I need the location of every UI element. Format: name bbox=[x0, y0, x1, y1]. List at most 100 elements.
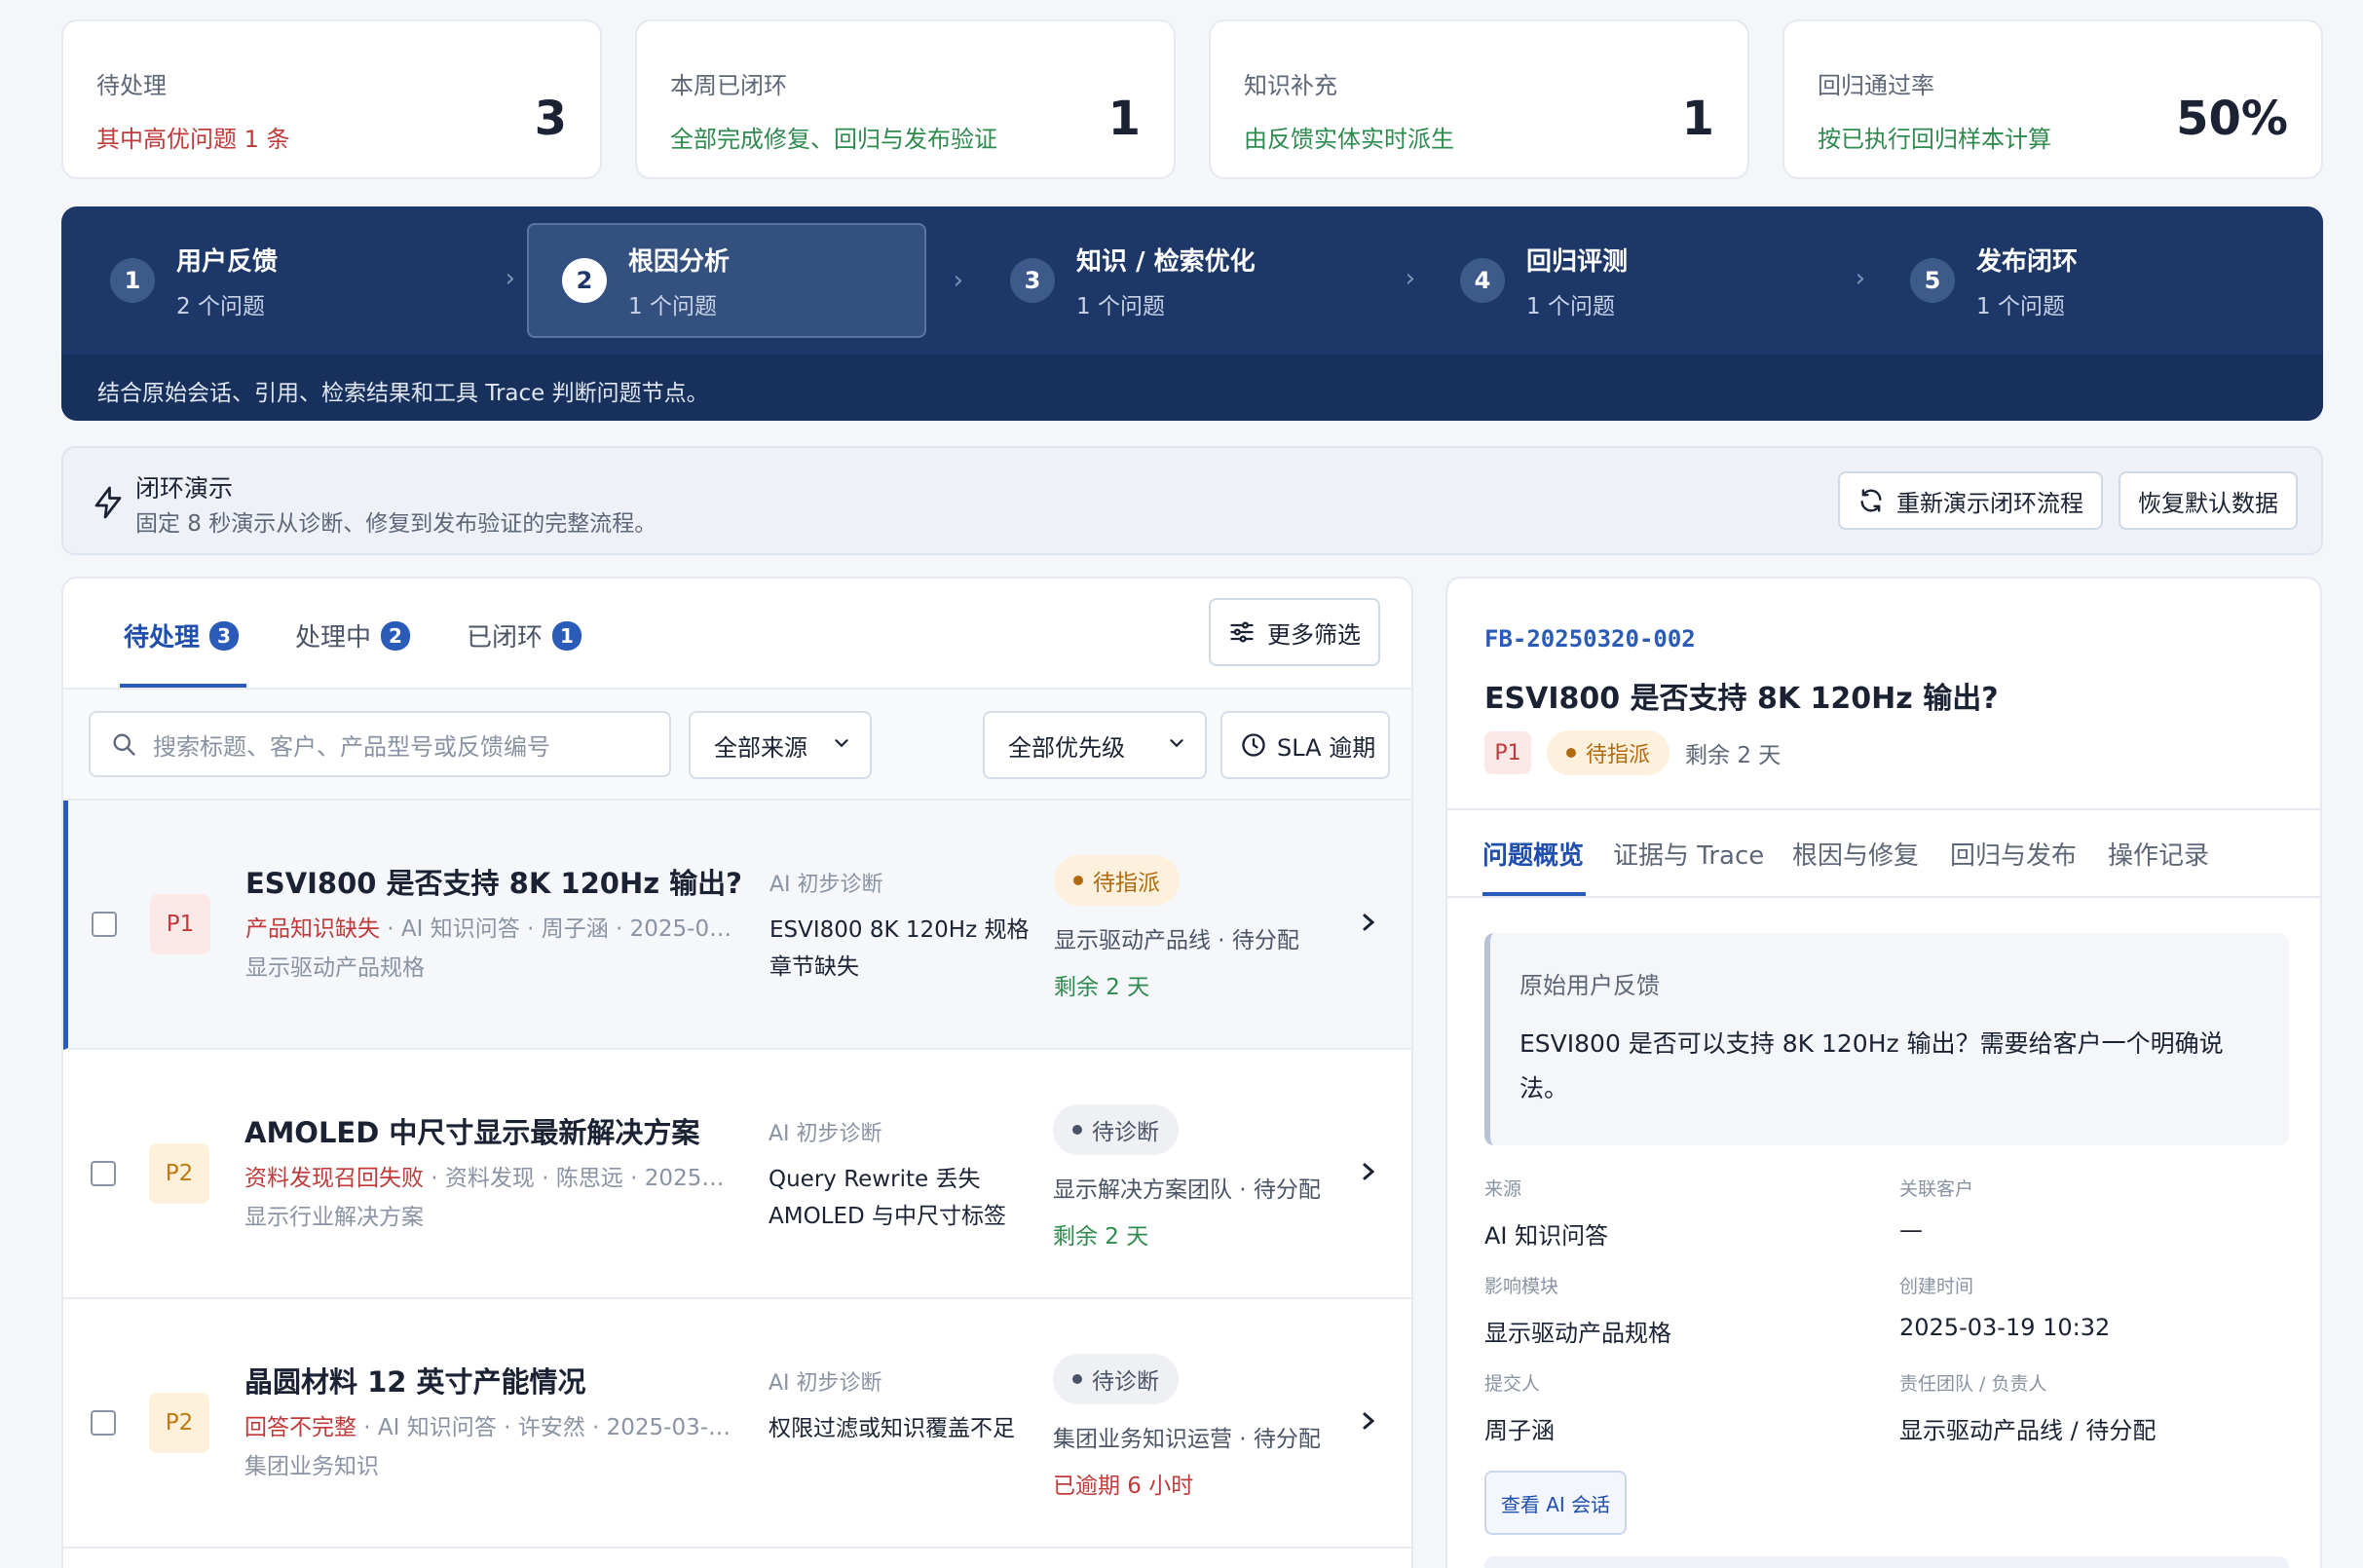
step-count: 1 个问题 bbox=[1976, 293, 2065, 319]
reset-data-button[interactable]: 恢复默认数据 bbox=[2119, 471, 2298, 530]
tab-pending[interactable]: 待处理 3 bbox=[124, 617, 240, 653]
source-filter-select[interactable]: 全部来源 bbox=[689, 711, 872, 779]
original-feedback-quote: 原始用户反馈 ESVI800 是否可以支持 8K 120Hz 输出？需要给客户一… bbox=[1484, 933, 2289, 1145]
ai-diagnosis-label: AI 初步诊断 bbox=[769, 873, 883, 897]
step-title: 发布闭环 bbox=[1976, 246, 2079, 277]
tab-count-badge: 1 bbox=[552, 620, 582, 651]
tab-closed[interactable]: 已闭环 1 bbox=[467, 617, 582, 653]
search-input[interactable]: 搜索标题、客户、产品型号或反馈编号 bbox=[89, 711, 671, 777]
demo-description: 固定 8 秒演示从诊断、修复到发布验证的完整流程。 bbox=[135, 511, 657, 537]
active-tab-indicator bbox=[1482, 892, 1586, 896]
quote-text: ESVI800 是否可以支持 8K 120Hz 输出？需要给客户一个明确说法。 bbox=[1519, 1029, 2224, 1102]
kpi-subtext: 其中高优问题 1 条 bbox=[96, 126, 290, 153]
feedback-row[interactable]: P1 ESVI800 是否支持 8K 120Hz 输出? 产品知识缺失 · AI… bbox=[63, 801, 1411, 1050]
row-meta-text: · AI 知识问答 · 许安然 · 2025-03-17 bbox=[356, 1415, 731, 1440]
feedback-id: FB-20250320-002 bbox=[1484, 625, 1696, 653]
active-tab-indicator bbox=[120, 684, 246, 688]
priority-badge: P2 bbox=[149, 1143, 209, 1204]
tab-root-cause[interactable]: 根因与修复 bbox=[1792, 836, 1919, 872]
more-filters-label: 更多筛选 bbox=[1267, 620, 1361, 649]
issue-type-tag: 资料发现召回失败 bbox=[244, 1166, 424, 1191]
chevron-right-icon[interactable] bbox=[1357, 908, 1380, 937]
workflow-pipeline: 1 用户反馈 2 个问题 › 2 根因分析 1 个问题 › 3 知识 / 检索优… bbox=[61, 206, 2323, 421]
kpi-subtext: 全部完成修复、回归与发布验证 bbox=[670, 126, 997, 153]
row-team: 显示解决方案团队 · 待分配 bbox=[1053, 1177, 1321, 1203]
step-count: 1 个问题 bbox=[1076, 293, 1165, 319]
quote-label: 原始用户反馈 bbox=[1519, 972, 1660, 999]
replay-demo-button[interactable]: 重新演示闭环流程 bbox=[1838, 471, 2103, 530]
tab-evidence-trace[interactable]: 证据与 Trace bbox=[1613, 836, 1764, 872]
pipeline-step-release[interactable]: 5 发布闭环 1 个问题 bbox=[1877, 223, 2276, 338]
kpi-value: 50% bbox=[2176, 92, 2288, 146]
priority-filter-select[interactable]: 全部优先级 bbox=[983, 711, 1207, 779]
next-section bbox=[1484, 1556, 2289, 1568]
tab-overview[interactable]: 问题概览 bbox=[1482, 836, 1584, 872]
step-title: 用户反馈 bbox=[176, 246, 279, 277]
pipeline-step-regression[interactable]: 4 回归评测 1 个问题 › bbox=[1427, 223, 1865, 338]
field-submitter: 提交人 周子涵 bbox=[1484, 1369, 1555, 1445]
field-label: 影响模块 bbox=[1484, 1276, 1559, 1297]
ai-diagnosis: AI 初步诊断 权限过滤或知识覆盖不足 bbox=[769, 1365, 1041, 1447]
feedback-list-panel: 待处理 3 处理中 2 已闭环 1 更多筛选 搜索标题、客户、产品型号或反馈编号… bbox=[61, 577, 1413, 1568]
row-status: 待诊断 集团业务知识运营 · 待分配 已逾期 6 小时 bbox=[1053, 1354, 1321, 1500]
view-ai-session-button[interactable]: 查看 AI 会话 bbox=[1484, 1471, 1627, 1535]
field-owner: 责任团队 / 负责人 显示驱动产品线 / 待分配 bbox=[1899, 1369, 2156, 1445]
step-count: 1 个问题 bbox=[628, 293, 717, 319]
row-checkbox[interactable] bbox=[91, 1410, 116, 1436]
status-tabs: 待处理 3 处理中 2 已闭环 1 更多筛选 bbox=[63, 579, 1411, 690]
ai-diagnosis-label: AI 初步诊断 bbox=[769, 1122, 882, 1146]
sla-overdue-toggle[interactable]: SLA 逾期 bbox=[1220, 711, 1390, 779]
priority-badge: P2 bbox=[149, 1393, 209, 1453]
row-team: 显示驱动产品线 · 待分配 bbox=[1054, 928, 1299, 953]
feedback-row[interactable]: P2 晶圆材料 12 英寸产能情况 回答不完整 · AI 知识问答 · 许安然 … bbox=[63, 1299, 1411, 1549]
row-team: 集团业务知识运营 · 待分配 bbox=[1053, 1427, 1321, 1452]
chevron-right-icon[interactable] bbox=[1357, 1406, 1380, 1436]
status-badge: 待诊断 bbox=[1053, 1104, 1179, 1155]
chevron-right-icon[interactable] bbox=[1357, 1157, 1380, 1186]
ai-diagnosis: AI 初步诊断 Query Rewrite 丢失 AMOLED 与中尺寸标签 bbox=[769, 1116, 1041, 1235]
tab-activity-log[interactable]: 操作记录 bbox=[2108, 836, 2209, 872]
tab-count-badge: 3 bbox=[209, 620, 240, 651]
detail-title: ESVI800 是否支持 8K 120Hz 输出? bbox=[1484, 682, 1999, 716]
tab-in-progress[interactable]: 处理中 2 bbox=[295, 617, 411, 653]
row-title: ESVI800 是否支持 8K 120Hz 输出? bbox=[245, 867, 743, 900]
sla-label: SLA 逾期 bbox=[1277, 733, 1376, 762]
status-badge: 待指派 bbox=[1547, 730, 1670, 775]
field-module: 影响模块 显示驱动产品规格 bbox=[1484, 1272, 1671, 1348]
pipeline-step-knowledge[interactable]: 3 知识 / 检索优化 1 个问题 › bbox=[977, 223, 1415, 338]
field-label: 来源 bbox=[1484, 1178, 1522, 1200]
pipeline-step-root-cause[interactable]: 2 根因分析 1 个问题 › bbox=[527, 223, 963, 338]
kpi-card-regression-rate: 回归通过率 按已执行回归样本计算 50% bbox=[1782, 19, 2323, 179]
field-value: 周子涵 bbox=[1484, 1417, 1555, 1444]
row-checkbox[interactable] bbox=[91, 1161, 116, 1186]
field-source: 来源 AI 知识问答 bbox=[1484, 1175, 1608, 1251]
ai-diagnosis-text: 权限过滤或知识覆盖不足 bbox=[769, 1416, 1015, 1441]
row-sla: 剩余 2 天 bbox=[1054, 975, 1150, 1000]
sla-remaining: 剩余 2 天 bbox=[1685, 743, 1782, 768]
step-count: 1 个问题 bbox=[1526, 293, 1615, 319]
tab-label: 处理中 bbox=[295, 623, 372, 653]
kpi-value: 1 bbox=[1681, 92, 1714, 146]
chevron-right-icon: › bbox=[953, 266, 963, 295]
more-filters-button[interactable]: 更多筛选 bbox=[1209, 598, 1380, 666]
status-label: 待诊断 bbox=[1092, 1369, 1159, 1395]
detail-badges: P1 待指派 剩余 2 天 bbox=[1484, 730, 1781, 775]
kpi-row: 待处理 其中高优问题 1 条 3 本周已闭环 全部完成修复、回归与发布验证 1 … bbox=[61, 19, 2323, 179]
row-checkbox[interactable] bbox=[92, 912, 117, 937]
search-icon bbox=[113, 733, 135, 756]
feedback-row[interactable]: P2 AMOLED 中尺寸显示最新解决方案 资料发现召回失败 · 资料发现 · … bbox=[63, 1050, 1411, 1299]
chevron-down-icon bbox=[835, 739, 848, 748]
status-label: 待指派 bbox=[1586, 743, 1651, 767]
lightning-icon bbox=[94, 486, 122, 519]
field-value: 2025-03-19 10:32 bbox=[1899, 1314, 2111, 1341]
tab-regression-release[interactable]: 回归与发布 bbox=[1950, 836, 2077, 872]
kpi-label: 本周已闭环 bbox=[670, 72, 787, 99]
kpi-subtext: 由反馈实体实时派生 bbox=[1244, 126, 1454, 153]
chevron-down-icon bbox=[1170, 739, 1183, 748]
ai-diagnosis-text: Query Rewrite 丢失 AMOLED 与中尺寸标签 bbox=[769, 1167, 1007, 1229]
pipeline-step-feedback[interactable]: 1 用户反馈 2 个问题 › bbox=[77, 223, 515, 338]
chevron-right-icon: › bbox=[1405, 264, 1415, 293]
field-value: 显示驱动产品线 / 待分配 bbox=[1899, 1417, 2157, 1444]
row-title: 晶圆材料 12 英寸产能情况 bbox=[244, 1365, 586, 1399]
field-label: 责任团队 / 负责人 bbox=[1899, 1373, 2047, 1395]
